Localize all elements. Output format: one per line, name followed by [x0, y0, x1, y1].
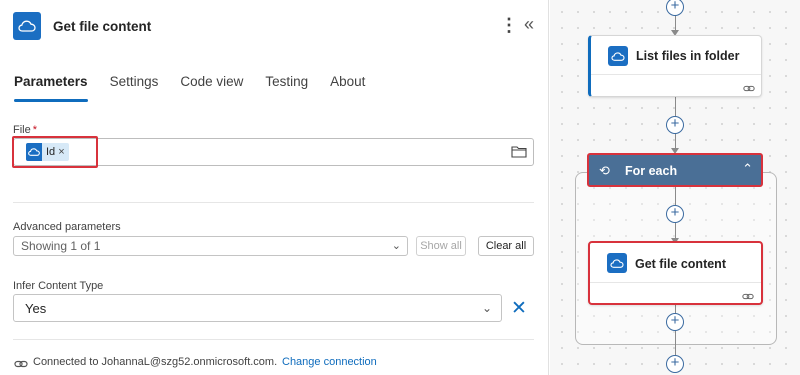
onedrive-icon [608, 46, 628, 66]
for-each-title: For each [625, 164, 678, 178]
file-label-text: File [13, 124, 31, 136]
close-icon[interactable]: ✕ [511, 299, 527, 318]
clear-all-button[interactable]: Clear all [478, 236, 534, 256]
tab-testing[interactable]: Testing [265, 74, 308, 102]
for-each-header[interactable]: ⟲ For each ⌃ [587, 153, 763, 187]
loop-icon: ⟲ [599, 163, 610, 178]
tab-settings[interactable]: Settings [110, 74, 159, 102]
required-marker: * [32, 124, 38, 136]
advanced-parameters-label: Advanced parameters [13, 221, 121, 233]
advanced-parameters-value: Showing 1 of 1 [21, 239, 101, 253]
get-file-content-title: Get file content [635, 257, 726, 271]
add-step-button[interactable]: + [666, 116, 684, 134]
folder-icon[interactable] [511, 145, 527, 163]
link-icon [14, 356, 28, 374]
show-all-button[interactable]: Show all [416, 236, 466, 256]
link-icon [742, 288, 754, 306]
tab-code-view[interactable]: Code view [180, 74, 243, 102]
infer-content-type-label: Infer Content Type [13, 280, 104, 292]
list-files-title: List files in folder [636, 49, 740, 63]
divider [13, 339, 534, 340]
action-details-panel: Get file content ⋮ « Parameters Settings… [0, 0, 549, 375]
collapse-panel-icon[interactable]: « [524, 15, 540, 35]
card-divider [591, 74, 761, 75]
chevron-down-icon: ⌄ [481, 301, 492, 315]
tab-parameters[interactable]: Parameters [14, 74, 88, 102]
get-file-content-card[interactable]: Get file content [588, 241, 763, 305]
onedrive-icon [607, 253, 627, 273]
onedrive-icon [13, 12, 41, 40]
link-icon [743, 80, 755, 98]
chevron-down-icon: ⌄ [391, 240, 401, 252]
add-step-button[interactable]: + [666, 355, 684, 373]
more-options-icon[interactable]: ⋮ [500, 16, 518, 36]
infer-content-type-dropdown[interactable]: Yes ⌄ [13, 294, 502, 322]
list-files-card[interactable]: List files in folder [588, 35, 762, 97]
panel-tabs: Parameters Settings Code view Testing Ab… [14, 74, 387, 102]
add-step-button[interactable]: + [666, 205, 684, 223]
card-divider [590, 282, 761, 283]
advanced-parameters-dropdown[interactable]: Showing 1 of 1 ⌄ [13, 236, 408, 256]
tab-about[interactable]: About [330, 74, 365, 102]
file-token-highlight [12, 136, 98, 168]
connection-status: Connected to JohannaL@szg52.onmicrosoft.… [33, 356, 278, 368]
file-field-label: File * [13, 124, 37, 136]
panel-title: Get file content [53, 19, 152, 34]
add-step-button[interactable]: + [666, 313, 684, 331]
change-connection-link[interactable]: Change connection [282, 356, 377, 368]
infer-content-type-value: Yes [25, 301, 47, 316]
divider [13, 202, 534, 203]
chevron-up-icon[interactable]: ⌃ [742, 161, 753, 177]
